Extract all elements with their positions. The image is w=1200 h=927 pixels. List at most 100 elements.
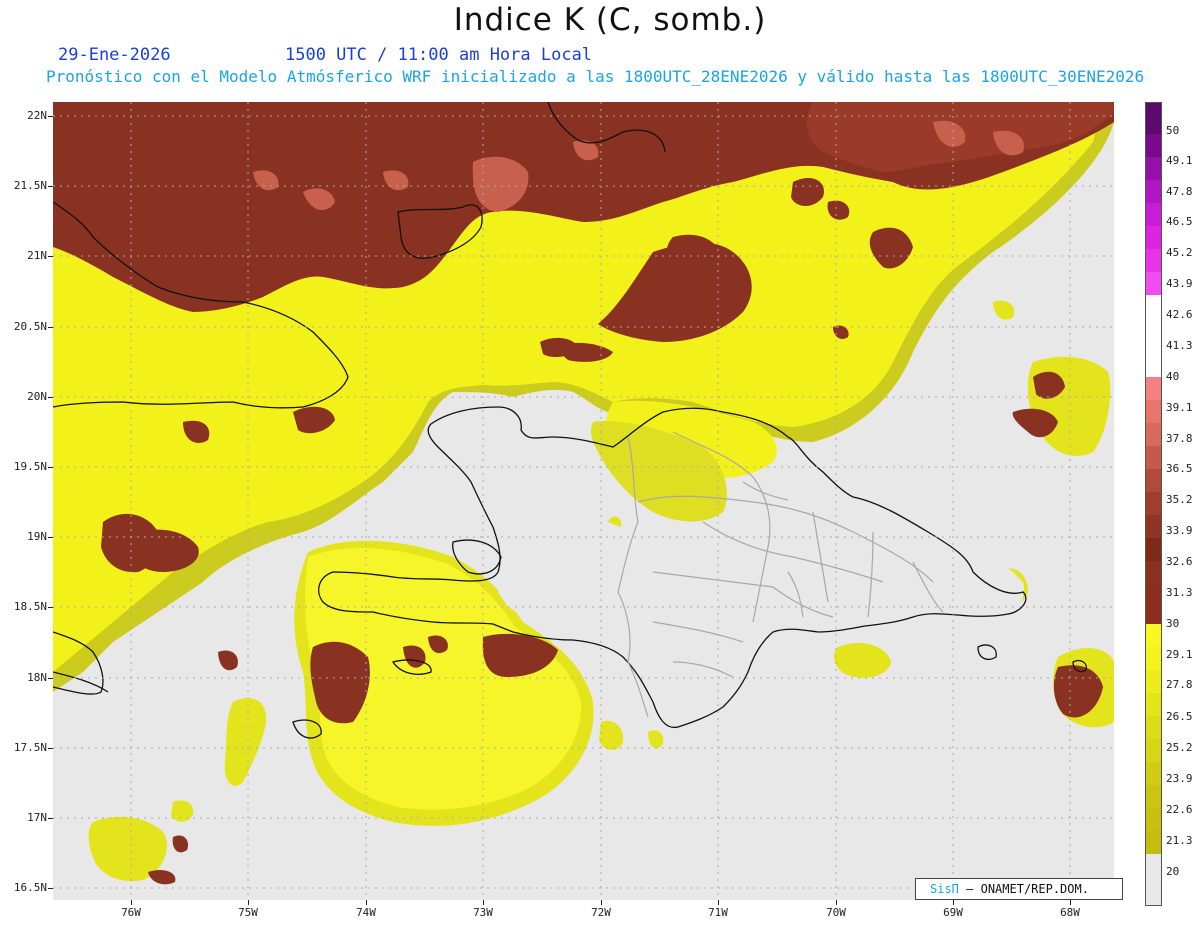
colorbar-segment [1146,515,1161,538]
credit-box: SisΠ – ONAMET/REP.DOM. [915,878,1123,900]
colorbar-segment [1146,739,1161,762]
onamet-credit: – ONAMET/REP.DOM. [966,882,1089,896]
colorbar-label: 46.5 [1166,215,1193,228]
colorbar-segment [1146,538,1161,561]
sispi-brand: SisΠ [930,882,959,896]
lat-label-20-5n: 20.5N [13,320,47,333]
lat-label-21n: 21N [27,249,47,262]
colorbar-segment [1146,203,1161,226]
lon-tick [248,900,249,905]
colorbar-label: 39.1 [1166,401,1193,414]
lat-label-19-5n: 19.5N [13,460,47,473]
lon-label-70w: 70W [826,906,846,919]
colorbar-segment [1146,103,1161,134]
colorbar-label: 20 [1166,865,1180,878]
chart-title: Indice K (C, somb.) [453,2,767,38]
colorbar-segment [1146,808,1161,831]
colorbar-segment [1146,226,1161,249]
lon-tick [953,900,954,905]
colorbar-label: 42.6 [1166,308,1193,321]
colorbar-segment [1146,670,1161,693]
k-index-map [53,102,1114,900]
colorbar-segment [1146,469,1161,492]
colorbar-label: 21.3 [1166,834,1193,847]
lon-tick [718,900,719,905]
colorbar [1145,102,1162,906]
colorbar-label: 37.8 [1166,432,1193,445]
colorbar-label: 50 [1166,124,1180,137]
colorbar-segment [1146,249,1161,272]
lat-tick [48,467,53,468]
lat-label-18-5n: 18.5N [13,600,47,613]
colorbar-segment [1146,423,1161,446]
lon-tick [836,900,837,905]
colorbar-segment [1146,492,1161,515]
colorbar-label: 49.1 [1166,154,1193,167]
colorbar-segment [1146,377,1161,400]
colorbar-segment [1146,647,1161,670]
lon-tick [1070,900,1071,905]
colorbar-label: 40 [1166,370,1180,383]
colorbar-segment [1146,584,1161,624]
colorbar-segment [1146,624,1161,647]
lon-label-69w: 69W [943,906,963,919]
colorbar-segment [1146,446,1161,469]
lat-label-22n: 22N [27,109,47,122]
lat-tick [48,888,53,889]
lat-tick [48,397,53,398]
colorbar-label: 36.5 [1166,462,1193,475]
colorbar-label: 30 [1166,617,1180,630]
colorbar-segment [1146,272,1161,295]
lon-label-76w: 76W [121,906,141,919]
lon-label-75w: 75W [238,906,258,919]
colorbar-label: 32.6 [1166,555,1193,568]
colorbar-label: 35.2 [1166,493,1193,506]
colorbar-segment [1146,831,1161,854]
lat-tick [48,678,53,679]
lon-tick [366,900,367,905]
colorbar-segment [1146,693,1161,716]
colorbar-segment [1146,134,1161,157]
colorbar-segment [1146,561,1161,584]
lon-label-72w: 72W [591,906,611,919]
colorbar-segment [1146,762,1161,785]
lat-tick [48,116,53,117]
lat-label-16-5n: 16.5N [13,881,47,894]
lat-label-17-5n: 17.5N [13,741,47,754]
lon-label-68w: 68W [1060,906,1080,919]
lat-tick [48,818,53,819]
lat-tick [48,537,53,538]
forecast-date: 29-Ene-2026 [58,45,171,65]
colorbar-segment [1146,854,1161,905]
lat-label-17n: 17N [27,811,47,824]
lat-label-19n: 19N [27,530,47,543]
lat-tick [48,186,53,187]
lat-label-20n: 20N [27,390,47,403]
forecast-note: Pronóstico con el Modelo Atmósferico WRF… [46,67,1145,86]
colorbar-label: 33.9 [1166,524,1193,537]
colorbar-label: 26.5 [1166,710,1193,723]
colorbar-label: 47.8 [1166,185,1193,198]
colorbar-segment [1146,295,1161,318]
colorbar-segment [1146,785,1161,808]
lat-label-21-5n: 21.5N [13,179,47,192]
colorbar-label: 41.3 [1166,339,1193,352]
lon-label-73w: 73W [473,906,493,919]
colorbar-label: 22.6 [1166,803,1193,816]
map-canvas [53,102,1114,900]
lon-tick [483,900,484,905]
colorbar-label: 45.2 [1166,246,1193,259]
colorbar-label: 27.8 [1166,678,1193,691]
colorbar-label: 25.2 [1166,741,1193,754]
lat-tick [48,607,53,608]
forecast-time: 1500 UTC / 11:00 am Hora Local [285,45,593,65]
colorbar-label: 23.9 [1166,772,1193,785]
lon-label-71w: 71W [708,906,728,919]
colorbar-segment [1146,716,1161,739]
colorbar-segment [1146,180,1161,203]
colorbar-label: 29.1 [1166,648,1193,661]
lon-label-74w: 74W [356,906,376,919]
lat-label-18n: 18N [27,671,47,684]
colorbar-segment [1146,157,1161,180]
colorbar-label: 31.3 [1166,586,1193,599]
